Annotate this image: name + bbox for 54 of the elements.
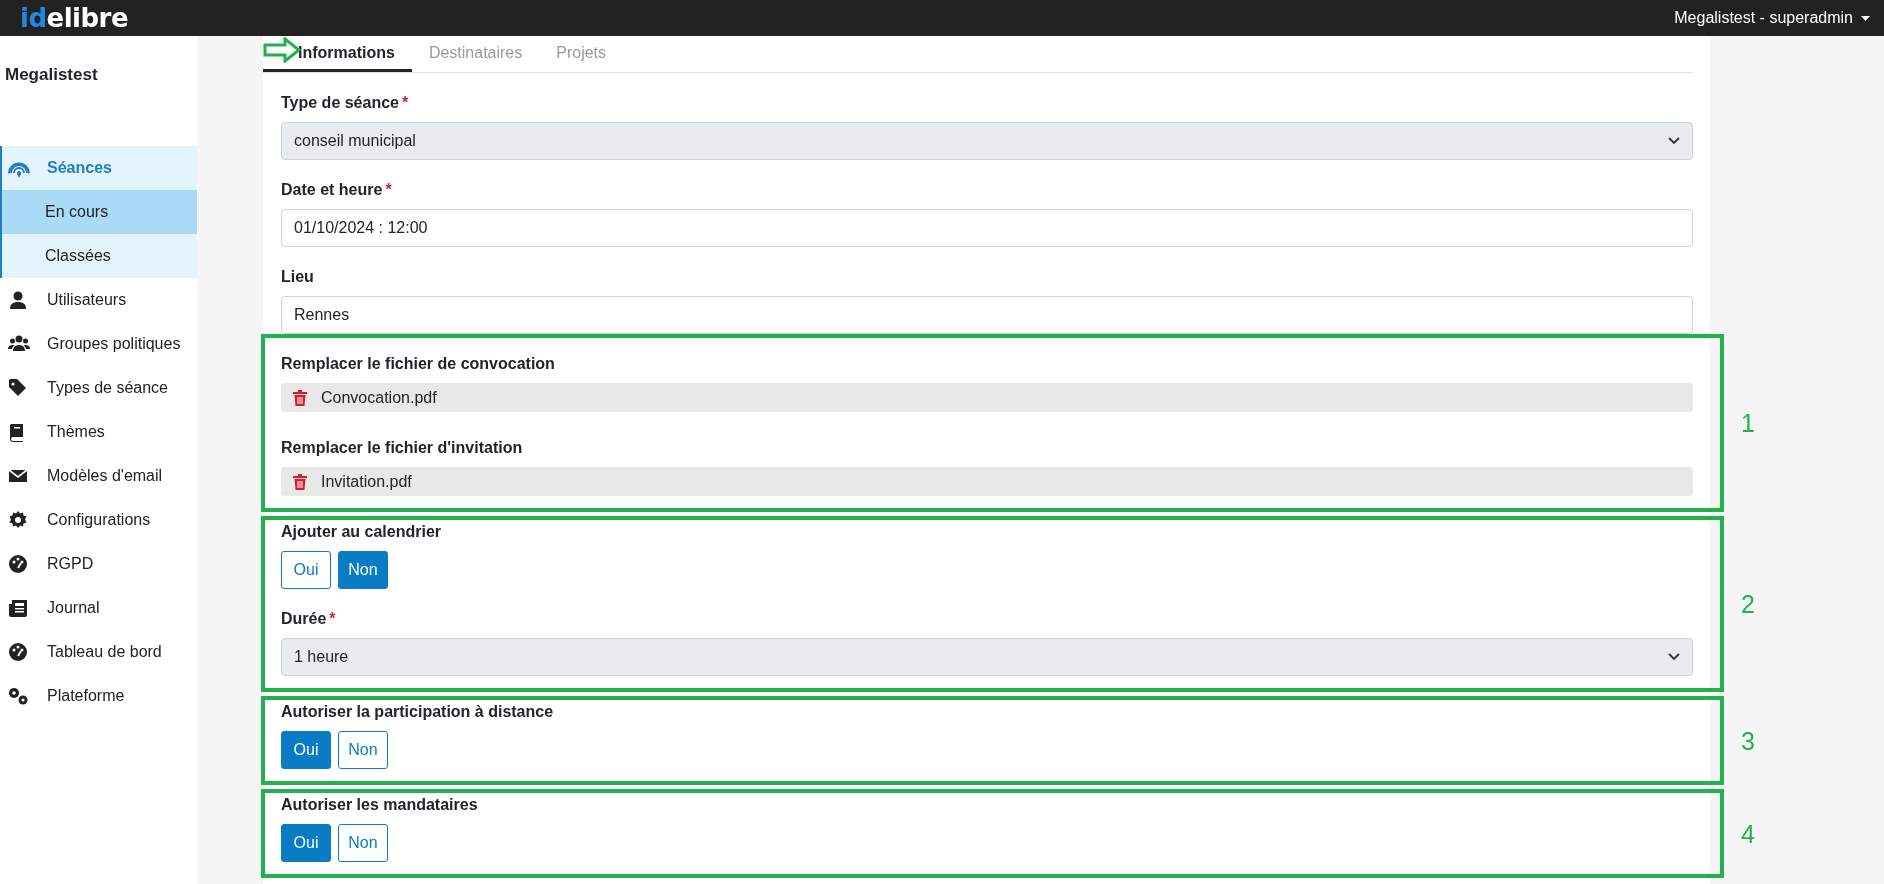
arrow-annotation-icon [263,37,301,63]
annotation-number: 4 [1741,819,1755,848]
choice-button[interactable]: Non [338,731,388,769]
sidebar-subitem[interactable]: Classées [2,234,197,278]
annotation-number: 3 [1741,726,1755,755]
caret-icon [1861,15,1870,21]
gears-icon [8,686,30,706]
sidebar-item[interactable]: Types de séance [0,366,197,410]
select-field[interactable]: 1 heure [281,638,1693,676]
settings-icon [8,510,30,530]
field-label: Durée * [281,609,337,629]
tab[interactable]: Informations [263,36,412,72]
field-label: Remplacer le fichier d'invitation [281,438,524,458]
trash-icon[interactable] [293,389,307,406]
sidebar-item[interactable]: Tableau de bord [0,630,197,674]
field-label: Autoriser les mandataires [281,795,479,815]
newspaper-icon [8,598,30,618]
annotation-number: 2 [1741,589,1755,619]
organization-name: Megalistest [4,64,99,86]
field-label: Ajouter au calendrier [281,522,443,542]
choice-button[interactable]: Oui [281,824,331,862]
user-menu[interactable]: Megalistest - superadmin [1674,9,1870,27]
sidebar-item[interactable]: Journal [0,586,197,630]
select-field[interactable]: conseil municipal [281,122,1693,160]
users-icon [8,334,30,354]
trash-icon[interactable] [293,473,307,490]
sidebar-item[interactable]: Modèles d'email [0,454,197,498]
field-label: Lieu [281,267,315,287]
sidebar-item[interactable]: Plateforme [0,674,197,718]
app-logo: idelibre [20,2,129,35]
sidebar-item[interactable]: Thèmes [0,410,197,454]
sidebar-subitem[interactable]: En cours [2,190,197,234]
annotation-number: 1 [1741,408,1755,438]
palette-icon [8,554,30,574]
sidebar-item[interactable]: Séances [2,146,197,190]
sidebar-item[interactable]: RGPD [0,542,197,586]
choice-button[interactable]: Oui [281,731,331,769]
chevron-down-icon [1668,653,1680,661]
chevron-down-icon [1668,137,1680,145]
file-name: Invitation.pdf [321,472,412,491]
sidebar-item[interactable]: Utilisateurs [0,278,197,322]
input-field[interactable]: 01/10/2024 : 12:00 [281,209,1693,247]
choice-button[interactable]: Non [338,551,388,589]
dashboard-icon [8,642,30,662]
choice-button[interactable]: Oui [281,551,331,589]
sidebar-item[interactable]: Configurations [0,498,197,542]
field-label: Type de séance * [281,93,410,113]
input-field[interactable]: Rennes [281,296,1693,334]
field-label: Date et heure * [281,180,393,200]
sidebar-item[interactable]: Groupes politiques [0,322,197,366]
choice-button[interactable]: Non [338,824,388,862]
file-name: Convocation.pdf [321,388,437,407]
field-label: Remplacer le fichier de convocation [281,354,556,374]
field-label: Autoriser la participation à distance [281,702,555,722]
